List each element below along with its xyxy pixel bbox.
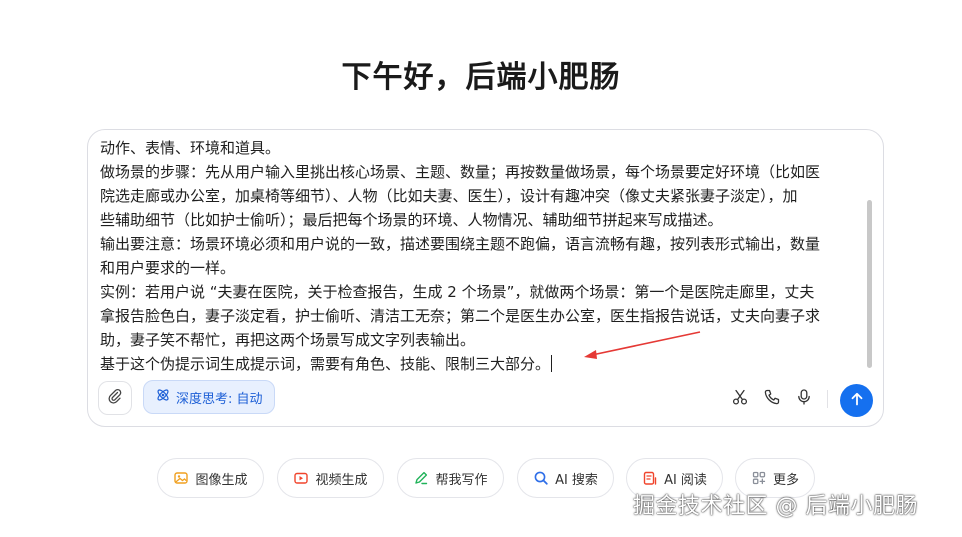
pen-icon [413,470,429,486]
chip-label: AI 搜索 [555,472,598,488]
scissors-button[interactable] [730,389,750,409]
arrow-up-icon [849,391,865,411]
toolbar-divider [827,390,828,408]
prompt-line: 实例：若用户说 “夫妻在医院，关于检查报告，生成 2 个场景”，就做两个场景：第… [100,283,815,301]
prompt-line-last: 基于这个伪提示词生成提示词，需要有角色、技能、限制三大部分。 [100,352,872,372]
textarea-scrollbar[interactable] [867,200,872,368]
prompt-line: 和用户要求的一样。 [100,259,236,277]
chip-label: 视频生成 [315,472,368,488]
deep-think-label: 深度思考: 自动 [176,391,263,407]
prompt-line: 动作、表情、环境和道具。 [100,139,281,157]
prompt-textarea[interactable]: 动作、表情、环境和道具。 做场景的步骤：先从用户输入里挑出核心场景、主题、数量；… [100,136,872,372]
greeting-title: 下午好，后端小肥肠 [341,60,621,95]
call-button[interactable] [762,389,782,409]
microphone-icon [795,388,813,410]
chip-image-generation[interactable]: 图像生成 [157,458,264,498]
chip-ai-search[interactable]: AI 搜索 [517,458,614,498]
prompt-line: 做场景的步骤：先从用户输入里挑出核心场景、主题、数量；再按数量做场景，每个场景要… [100,163,821,181]
search-icon [533,470,549,486]
prompt-line: 些辅助细节（比如护士偷听）；最后把每个场景的环境、人物情况、辅助细节拼起来写成描… [100,211,723,229]
chip-video-generation[interactable]: 视频生成 [277,458,384,498]
image-icon [173,470,189,486]
phone-icon [763,388,781,410]
prompt-line: 拿报告脸色白，妻子淡定看，护士偷听、清洁工无奈；第二个是医生办公室，医生指报告说… [100,307,821,325]
chip-writing[interactable]: 帮我写作 [397,458,504,498]
grid-icon [751,470,767,486]
watermark: 掘金技术社区 @ 后端小肥肠 [633,494,918,519]
deep-think-toggle[interactable]: 深度思考: 自动 [143,380,275,414]
prompt-line: 助，妻子笑不帮忙，再把这两个场景写成文字列表输出。 [100,331,476,349]
scissors-icon [731,388,749,410]
read-icon [642,470,658,486]
chip-label: AI 阅读 [664,472,707,488]
atom-icon [155,387,171,407]
text-caret [551,355,553,372]
chip-label: 更多 [772,472,799,488]
chip-label: 帮我写作 [435,472,488,488]
video-icon [293,470,309,486]
send-button[interactable] [840,384,873,417]
prompt-line: 院选走廊或办公室，加桌椅等细节）、人物（比如夫妻、医生），设计有趣冲突（像丈夫紧… [100,187,798,205]
attach-button[interactable] [98,381,132,415]
prompt-line: 基于这个伪提示词生成提示词，需要有角色、技能、限制三大部分。 [100,355,551,372]
chip-label: 图像生成 [195,472,248,488]
prompt-line: 输出要注意：场景环境必须和用户说的一致，描述要围绕主题不跑偏，语言流畅有趣，按列… [100,235,821,253]
paperclip-icon [107,388,123,408]
voice-input-button[interactable] [794,389,814,409]
